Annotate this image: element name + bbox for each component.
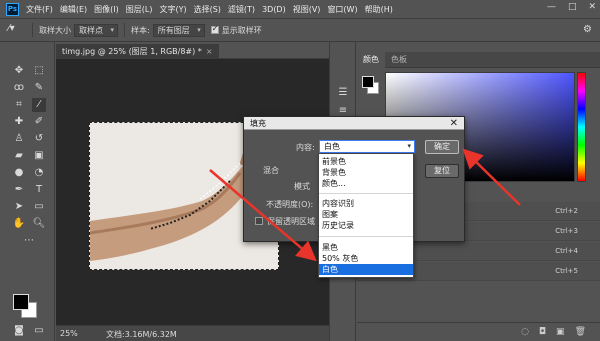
document-tab-bar: timg.jpg @ 25% (图层 1, RGB/8#) * × <box>56 42 329 59</box>
preserve-transparency-label: 保留透明区域 <box>267 217 315 226</box>
close-button[interactable]: ✕ <box>588 2 596 12</box>
document-tab-title: timg.jpg @ 25% (图层 1, RGB/8#) * <box>62 47 202 56</box>
sample-label: 样本: <box>131 25 150 35</box>
selection-load-icon[interactable]: ◌ <box>521 327 529 337</box>
menu-image[interactable]: 图像(I) <box>94 4 119 15</box>
workspace-gear-icon[interactable]: ⚙ <box>583 24 592 35</box>
ok-button[interactable]: 确定 <box>425 140 459 154</box>
content-label: 内容: <box>296 143 315 152</box>
zoom-level[interactable]: 25% <box>60 329 78 338</box>
quick-select-tool-icon[interactable]: ✎ <box>32 81 46 95</box>
eyedropper-tool-preset-icon[interactable]: ⁄▾ <box>8 23 26 37</box>
dropdown-option-pattern[interactable]: 图案 <box>319 209 413 220</box>
type-tool-icon[interactable]: T <box>32 183 46 197</box>
zoom-tool-icon[interactable]: 🔍︎ <box>32 217 46 231</box>
move-tool-icon[interactable]: ✥ <box>12 64 26 78</box>
rectangle-tool-icon[interactable]: ▭ <box>32 200 46 214</box>
document-size-info: 文档:3.16M/6.32M <box>106 330 177 339</box>
dropdown-option-color[interactable]: 颜色... <box>319 178 413 189</box>
dialog-title-bar: 填充 ✕ <box>244 117 464 130</box>
preserve-transparency-checkbox[interactable] <box>255 217 263 225</box>
dialog-title: 填充 <box>250 119 266 128</box>
marquee-tool-icon[interactable]: ⬚ <box>32 64 46 78</box>
dropdown-option-gray[interactable]: 50% 灰色 <box>319 253 413 264</box>
menu-window[interactable]: 窗口(W) <box>327 4 357 15</box>
quick-mask-icon[interactable]: ◙ <box>12 324 26 338</box>
gradient-tool-icon[interactable]: ▣ <box>32 149 46 163</box>
close-tab-icon[interactable]: × <box>206 47 213 56</box>
history-brush-tool-icon[interactable]: ↺ <box>32 132 46 146</box>
document-tab[interactable]: timg.jpg @ 25% (图层 1, RGB/8#) * × <box>56 44 219 59</box>
eraser-tool-icon[interactable]: ▰ <box>12 149 26 163</box>
sample-size-dropdown[interactable]: 取样点 <box>74 23 118 37</box>
dropdown-option-history[interactable]: 历史记录 <box>319 220 413 231</box>
panel-foreground-swatch[interactable] <box>362 76 374 88</box>
dropdown-option-background[interactable]: 背景色 <box>319 167 413 178</box>
channel-shortcut: Ctrl+3 <box>555 227 578 235</box>
screen-mode-icon[interactable]: ▭ <box>32 324 46 338</box>
dropdown-separator <box>319 236 413 237</box>
minimize-button[interactable]: — <box>547 2 556 12</box>
clone-stamp-tool-icon[interactable]: ♙ <box>12 132 26 146</box>
content-select[interactable]: 白色 <box>319 140 415 153</box>
foreground-color-swatch[interactable] <box>13 294 29 310</box>
show-sampling-ring-label: 显示取样环 <box>221 25 262 35</box>
status-bar: 25% 文档:3.16M/6.32M <box>56 325 329 341</box>
sample-size-label: 取样大小 <box>39 25 71 35</box>
dropdown-option-foreground[interactable]: 前景色 <box>319 156 413 167</box>
path-selection-tool-icon[interactable]: ➤ <box>12 200 26 214</box>
history-panel-icon[interactable]: ☰ <box>336 86 350 100</box>
lasso-tool-icon[interactable]: ꝏ <box>12 81 26 95</box>
more-tools-icon[interactable]: ⋯ <box>22 234 36 248</box>
dropdown-option-white[interactable]: 白色 <box>319 264 413 275</box>
menu-edit[interactable]: 编辑(E) <box>60 4 87 15</box>
crop-tool-icon[interactable]: ⌗ <box>12 98 26 112</box>
color-panel-tabs: 颜色 色板 <box>357 52 600 68</box>
blend-group-label: 混合 <box>263 166 279 175</box>
menu-file[interactable]: 文件(F) <box>26 4 53 15</box>
dodge-tool-icon[interactable]: ◔ <box>32 166 46 180</box>
menu-view[interactable]: 视图(V) <box>293 4 321 15</box>
dropdown-option-black[interactable]: 黑色 <box>319 242 413 253</box>
dropdown-separator <box>319 193 413 194</box>
dialog-close-icon[interactable]: ✕ <box>450 117 458 130</box>
blur-tool-icon[interactable]: ● <box>12 166 26 180</box>
hue-slider[interactable] <box>577 72 586 182</box>
brush-tool-icon[interactable]: ✐ <box>32 115 46 129</box>
opacity-label: 不透明度(O): <box>266 200 314 209</box>
channel-shortcut: Ctrl+5 <box>555 267 578 275</box>
window-controls: — □ ✕ <box>547 2 596 12</box>
mode-label: 模式 <box>294 182 310 191</box>
menu-3d[interactable]: 3D(D) <box>262 5 286 14</box>
channel-shortcut: Ctrl+4 <box>555 247 578 255</box>
menu-filter[interactable]: 滤镜(T) <box>228 4 255 15</box>
options-separator <box>32 23 33 37</box>
new-channel-icon[interactable]: ▣ <box>556 327 565 337</box>
dropdown-option-content-aware[interactable]: 内容识别 <box>319 198 413 209</box>
eyedropper-tool-icon[interactable]: ⁄ <box>32 98 46 112</box>
tab-color[interactable]: 颜色 <box>357 52 385 68</box>
menu-layer[interactable]: 图层(L) <box>126 4 153 15</box>
healing-brush-tool-icon[interactable]: ✚ <box>12 115 26 129</box>
menu-select[interactable]: 选择(S) <box>194 4 221 15</box>
content-dropdown-list: 前景色 背景色 颜色... 内容识别 图案 历史记录 黑色 50% 灰色 白色 <box>318 153 414 278</box>
panel-footer: ◌ ◘ ▣ 🗑︎ <box>357 322 600 341</box>
save-selection-icon[interactable]: ◘ <box>539 327 546 337</box>
menu-help[interactable]: 帮助(H) <box>365 4 393 15</box>
menu-type[interactable]: 文字(Y) <box>159 4 186 15</box>
photoshop-logo: Ps <box>6 2 19 16</box>
show-sampling-ring-checkbox[interactable] <box>210 24 219 34</box>
tab-swatches[interactable]: 色板 <box>385 52 413 68</box>
options-separator <box>124 23 125 37</box>
maximize-button[interactable]: □ <box>568 2 577 12</box>
reset-button[interactable]: 复位 <box>425 164 459 178</box>
tools-panel: ✥ ⬚ ꝏ ✎ ⌗ ⁄ ✚ ✐ ♙ ↺ ▰ ▣ ● ◔ ✒ T ➤ ▭ ✋ 🔍︎… <box>0 42 55 341</box>
trash-icon[interactable]: 🗑︎ <box>575 327 586 337</box>
pen-tool-icon[interactable]: ✒ <box>12 183 26 197</box>
menu-bar: Ps 文件(F) 编辑(E) 图像(I) 图层(L) 文字(Y) 选择(S) 滤… <box>0 0 600 18</box>
channel-shortcut: Ctrl+2 <box>555 207 578 215</box>
sample-layers-dropdown[interactable]: 所有图层 <box>152 23 205 37</box>
hand-tool-icon[interactable]: ✋ <box>12 217 26 231</box>
options-bar: ⁄▾ 取样大小 取样点 样本: 所有图层 显示取样环 ⚙ <box>0 18 600 42</box>
